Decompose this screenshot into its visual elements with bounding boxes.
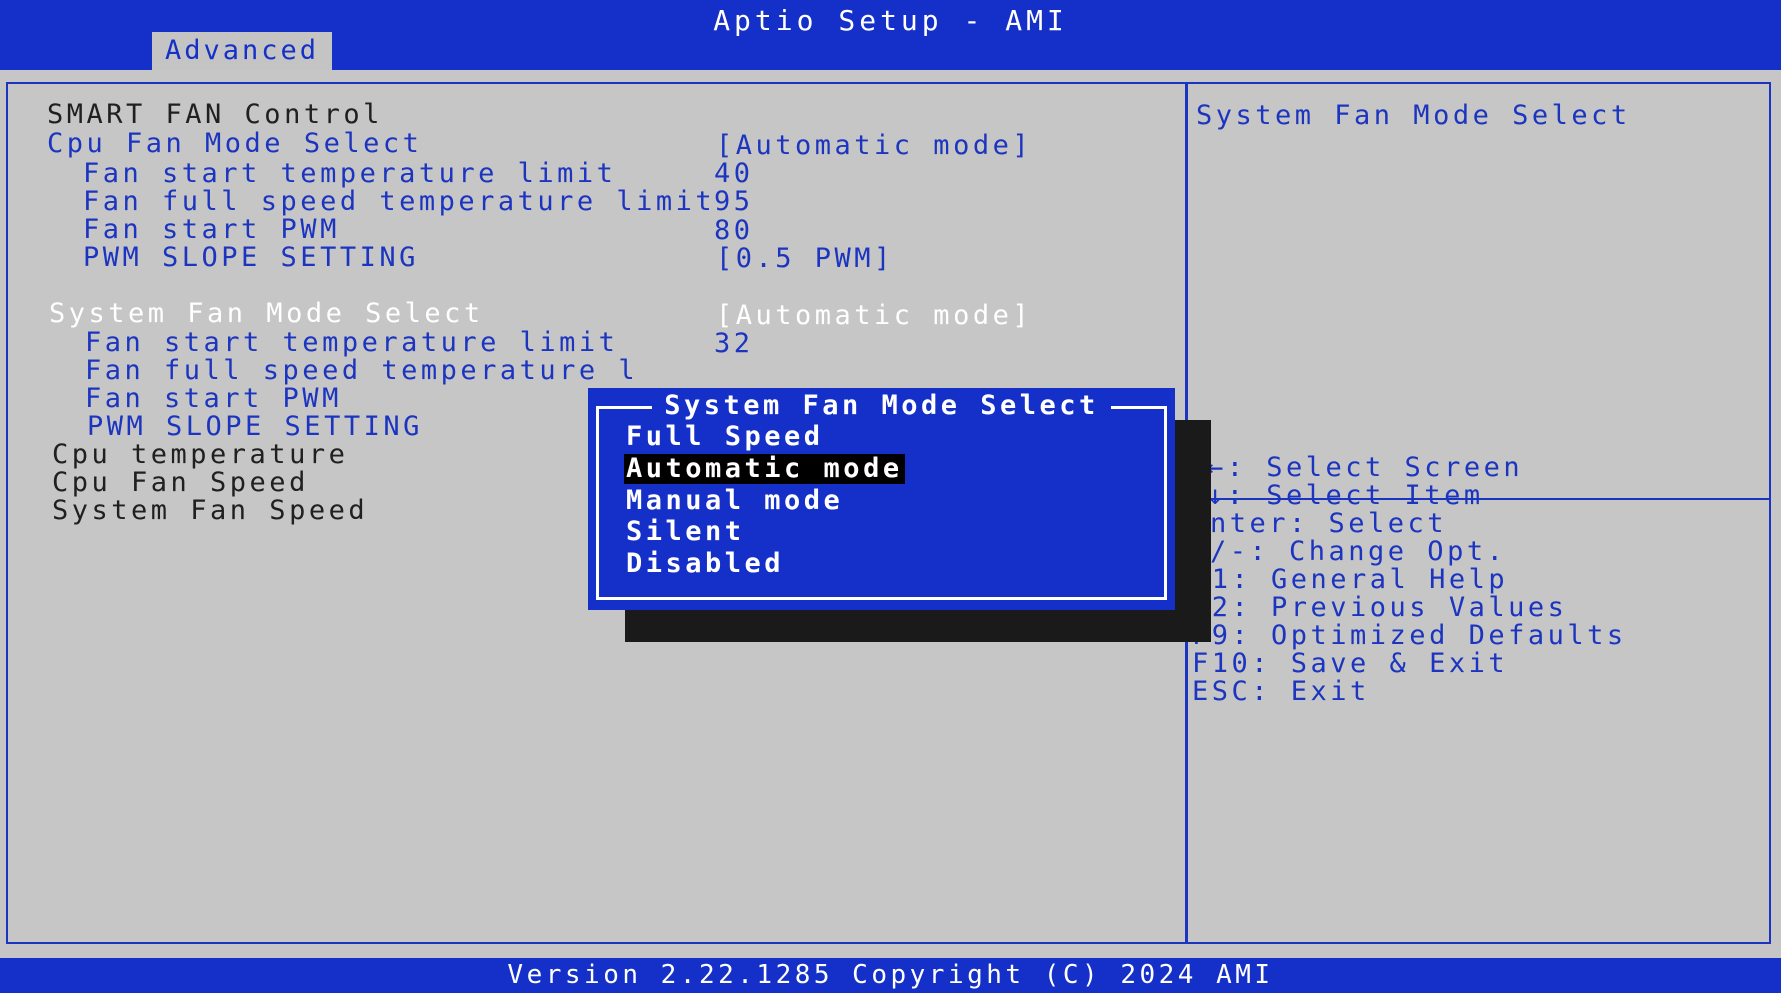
popup-title-text: System Fan Mode Select (652, 390, 1111, 421)
option-silent[interactable]: Silent (624, 517, 747, 547)
help-text: System Fan Mode Select (1196, 100, 1631, 131)
cpu-fan-full-temp-value[interactable]: 95 (714, 186, 754, 218)
option-automatic-mode[interactable]: Automatic mode (624, 454, 905, 484)
sys-fan-speed-label: System Fan Speed (52, 495, 369, 526)
option-full-speed[interactable]: Full Speed (624, 422, 826, 452)
footer-bar: Version 2.22.1285 Copyright (C) 2024 AMI (0, 958, 1781, 993)
option-disabled[interactable]: Disabled (624, 549, 786, 579)
sys-fan-start-temp-value[interactable]: 32 (714, 328, 754, 360)
section-title: SMART FAN Control (47, 99, 383, 130)
version-text: Version 2.22.1285 Copyright (C) 2024 AMI (507, 960, 1274, 990)
title-bar: Aptio Setup - AMI Advanced (0, 0, 1781, 70)
tab-advanced[interactable]: Advanced (152, 32, 332, 70)
popup-title: System Fan Mode Select (588, 390, 1175, 421)
cpu-fan-mode-value[interactable]: [Automatic mode] (716, 130, 1032, 162)
option-manual-mode[interactable]: Manual mode (624, 486, 845, 516)
cpu-pwm-slope-label[interactable]: PWM SLOPE SETTING (83, 242, 419, 274)
sys-fan-mode-value[interactable]: [Automatic mode] (716, 300, 1032, 332)
cpu-fan-mode-label[interactable]: Cpu Fan Mode Select (47, 128, 422, 160)
sys-fan-mode-label[interactable]: System Fan Mode Select (49, 298, 484, 330)
fan-mode-popup: System Fan Mode Select Full Speed Automa… (588, 388, 1175, 610)
cpu-pwm-slope-value[interactable]: [0.5 PWM] (716, 243, 894, 275)
key-hint-esc: ESC: Exit (1192, 676, 1370, 707)
